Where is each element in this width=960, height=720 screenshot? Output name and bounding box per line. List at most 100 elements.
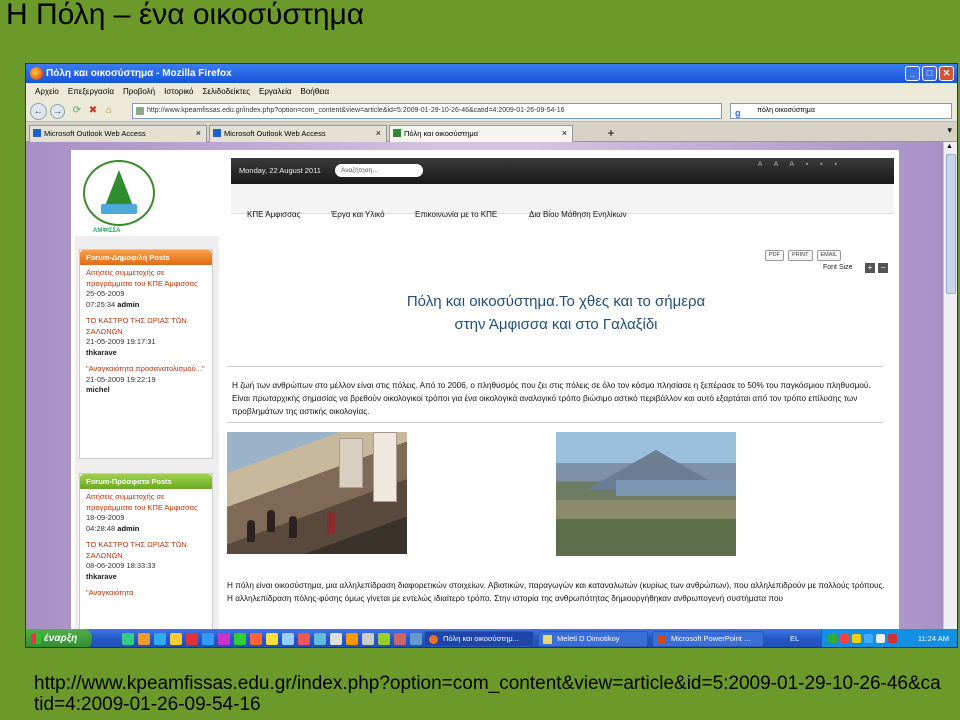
close-window-button[interactable]: ✕: [939, 66, 954, 81]
post-link[interactable]: Αιτήσεις συμμετοχής σε προγράμματα του Κ…: [86, 268, 206, 289]
address-text: http://www.kpeamfissas.edu.gr/index.php?…: [147, 107, 565, 114]
tab-label: Πόλη και οικοσύστημα: [404, 129, 479, 138]
quicklaunch-icon[interactable]: [186, 633, 198, 645]
tab-outlook-2[interactable]: Microsoft Outlook Web Access ×: [209, 125, 387, 142]
tab-list-icon[interactable]: ▾: [947, 125, 952, 136]
quicklaunch-icon[interactable]: [138, 633, 150, 645]
language-indicator[interactable]: EL: [790, 629, 799, 647]
tab-outlook-1[interactable]: Microsoft Outlook Web Access ×: [29, 125, 207, 142]
tray-icon[interactable]: [828, 634, 837, 643]
menu-bookmarks[interactable]: Σελιδοδείκτες: [202, 83, 250, 100]
main-nav: ΚΠΕ Άμφισσας Έργα και Υλικό Επικοινωνία …: [231, 210, 894, 226]
post-link[interactable]: ΤΟ ΚΑΣΤΡΟ ΤΗΣ ΩΡΙΑΣ ΤΩΝ ΣΑΛΩΝΩΝ: [86, 540, 206, 561]
font-size-controls[interactable]: A A A ▪ ▪ ▪: [758, 161, 842, 168]
menu-file[interactable]: Αρχείο: [35, 83, 59, 100]
stop-icon[interactable]: ✖: [86, 104, 100, 118]
forward-button[interactable]: →: [50, 104, 65, 119]
quicklaunch-icon[interactable]: [250, 633, 262, 645]
post-link[interactable]: ΤΟ ΚΑΣΤΡΟ ΤΗΣ ΩΡΙΑΣ ΤΩΝ ΣΑΛΩΝΩΝ: [86, 316, 206, 337]
divider: [227, 366, 883, 367]
pdf-icon[interactable]: PDF: [765, 250, 784, 261]
tray-icon[interactable]: [864, 634, 873, 643]
site-logo[interactable]: ΑΜΦΙΣΣΑ: [79, 156, 165, 240]
font-decrease-button[interactable]: −: [878, 263, 888, 273]
post-link[interactable]: "Αναγκαιότητα: [86, 588, 206, 599]
scroll-up-icon[interactable]: ▲: [946, 143, 953, 150]
tab-poli[interactable]: Πόλη και οικοσύστημα ×: [389, 125, 573, 142]
quicklaunch-icon[interactable]: [378, 633, 390, 645]
search-input[interactable]: g πόλη οικοσύστημα: [730, 103, 952, 119]
nav-lifelong[interactable]: Δια Βίου Μάθηση Ενηλίκων: [529, 210, 627, 219]
post-link[interactable]: Αιτήσεις συμμετοχής σε προγράμματα του Κ…: [86, 492, 206, 513]
popular-posts-heading: Forum-Δημοφιλή Posts: [80, 250, 212, 265]
page-scrollbar[interactable]: ▲: [943, 142, 957, 629]
quicklaunch-icon[interactable]: [170, 633, 182, 645]
home-icon[interactable]: ⌂: [102, 104, 116, 118]
taskbar: έναρξη Πόλη και οικοσύστημ... Meleti D D…: [26, 629, 957, 647]
quicklaunch-icon[interactable]: [410, 633, 422, 645]
reload-icon[interactable]: ⟳: [70, 104, 84, 118]
nav-contact[interactable]: Επικοινωνία με το ΚΠΕ: [415, 210, 497, 219]
taskbar-firefox-button[interactable]: Πόλη και οικοσύστημ...: [424, 631, 534, 647]
outlook-icon: [213, 129, 221, 137]
site-search-input[interactable]: Αναζήτηση...: [335, 164, 423, 177]
outlook-icon: [33, 129, 41, 137]
post-date: 21-05-2009 19:22:19: [86, 374, 156, 384]
font-increase-button[interactable]: +: [865, 263, 875, 273]
taskbar-powerpoint-button[interactable]: Microsoft PowerPoint ...: [652, 631, 764, 647]
new-tab-button[interactable]: +: [601, 125, 621, 141]
site-favicon: [393, 129, 401, 137]
address-bar[interactable]: http://www.kpeamfissas.edu.gr/index.php?…: [132, 103, 722, 119]
tray-icon[interactable]: [888, 634, 897, 643]
nav-projects[interactable]: Έργα και Υλικό: [331, 210, 385, 219]
scrollbar-thumb[interactable]: [946, 154, 956, 294]
search-engine-icon[interactable]: g: [735, 106, 741, 120]
quick-launch: [122, 633, 422, 645]
tray-icon[interactable]: [876, 634, 885, 643]
menu-view[interactable]: Προβολή: [123, 83, 155, 100]
taskbar-clock: 11:24 AM: [917, 634, 949, 643]
email-icon[interactable]: EMAIL: [816, 250, 842, 261]
quicklaunch-icon[interactable]: [202, 633, 214, 645]
quicklaunch-icon[interactable]: [394, 633, 406, 645]
folder-icon: [543, 635, 552, 644]
taskbar-button-label: Microsoft PowerPoint ...: [671, 634, 751, 643]
quicklaunch-icon[interactable]: [154, 633, 166, 645]
quicklaunch-icon[interactable]: [218, 633, 230, 645]
recent-posts-heading: Forum-Πρόσφατα Posts: [80, 474, 212, 489]
back-button[interactable]: ←: [30, 103, 47, 120]
search-value: πόλη οικοσύστημα: [757, 107, 815, 114]
menu-tools[interactable]: Εργαλεία: [259, 83, 291, 100]
close-tab-icon[interactable]: ×: [196, 126, 201, 141]
quicklaunch-icon[interactable]: [298, 633, 310, 645]
tray-icon[interactable]: [852, 634, 861, 643]
close-tab-icon[interactable]: ×: [562, 126, 567, 141]
taskbar-button-label: Πόλη και οικοσύστημ...: [443, 634, 519, 643]
current-date: Monday, 22 August 2011: [239, 166, 321, 175]
quicklaunch-icon[interactable]: [266, 633, 278, 645]
minimize-button[interactable]: _: [905, 66, 920, 81]
person-shape: [247, 520, 255, 542]
powerpoint-icon: [657, 635, 666, 644]
quicklaunch-icon[interactable]: [122, 633, 134, 645]
post-author: thkarave: [86, 347, 117, 357]
nav-kpe[interactable]: ΚΠΕ Άμφισσας: [247, 210, 301, 219]
post-link[interactable]: "Αναγκαιότητα προσανατολισμού...": [86, 364, 206, 375]
print-icon[interactable]: PRINT: [788, 250, 813, 261]
close-tab-icon[interactable]: ×: [376, 126, 381, 141]
quicklaunch-icon[interactable]: [330, 633, 342, 645]
maximize-button[interactable]: □: [922, 66, 937, 81]
logo-label: ΑΜΦΙΣΣΑ: [93, 228, 121, 234]
tab-label: Microsoft Outlook Web Access: [224, 129, 326, 138]
start-button[interactable]: έναρξη: [26, 629, 92, 647]
quicklaunch-icon[interactable]: [234, 633, 246, 645]
quicklaunch-icon[interactable]: [346, 633, 358, 645]
menu-edit[interactable]: Επεξεργασία: [68, 83, 114, 100]
quicklaunch-icon[interactable]: [362, 633, 374, 645]
quicklaunch-icon[interactable]: [282, 633, 294, 645]
tray-icon[interactable]: [840, 634, 849, 643]
menu-help[interactable]: Βοήθεια: [301, 83, 330, 100]
menu-history[interactable]: Ιστορικό: [164, 83, 193, 100]
quicklaunch-icon[interactable]: [314, 633, 326, 645]
taskbar-folder-button[interactable]: Meleti D Dimotikoy: [538, 631, 648, 647]
